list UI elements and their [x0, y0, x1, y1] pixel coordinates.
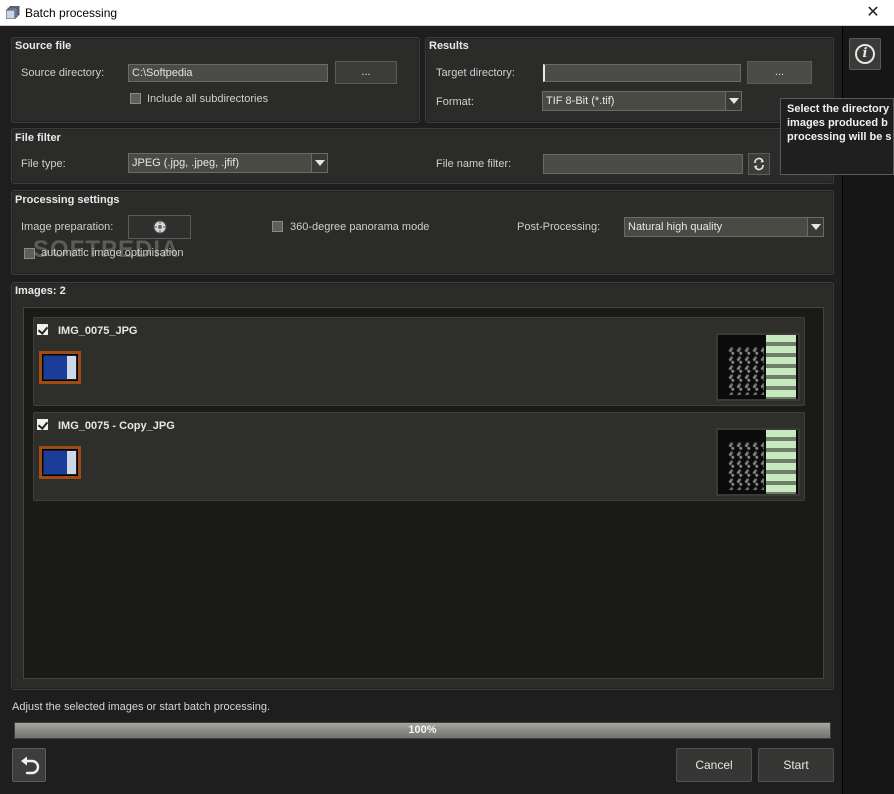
start-button[interactable]: Start	[758, 748, 834, 782]
image-select-checkbox[interactable]	[37, 419, 48, 430]
source-directory-label: Source directory:	[21, 67, 105, 79]
refresh-filter-button[interactable]	[748, 153, 770, 175]
refresh-icon	[754, 157, 764, 171]
list-item[interactable]: IMG_0075_JPG	[33, 317, 805, 406]
source-browse-button[interactable]: ...	[335, 61, 397, 84]
image-name: IMG_0075_JPG	[58, 325, 138, 337]
info-button[interactable]: i	[849, 38, 881, 70]
processing-settings-title: Processing settings	[15, 194, 120, 206]
panorama-mode-label: 360-degree panorama mode	[290, 221, 430, 233]
image-source-thumbnail	[39, 446, 81, 479]
file-type-label: File type:	[21, 158, 66, 170]
image-name: IMG_0075 - Copy_JPG	[58, 420, 175, 432]
title-bar: Batch processing ✕	[0, 0, 894, 26]
file-name-filter-label: File name filter:	[436, 158, 512, 170]
file-type-select[interactable]: JPEG (.jpg, .jpeg, .jfif)	[128, 153, 328, 173]
panorama-mode-checkbox[interactable]	[272, 221, 283, 232]
include-subdirectories-label: Include all subdirectories	[147, 93, 269, 105]
target-directory-tooltip: Select the directory images produced b p…	[780, 98, 894, 175]
target-directory-input[interactable]	[543, 64, 741, 82]
file-name-filter-input[interactable]	[543, 154, 743, 174]
format-select[interactable]: TIF 8-Bit (*.tif)	[542, 91, 742, 111]
image-preview-thumbnail	[716, 428, 800, 496]
dropdown-arrow-icon	[725, 92, 741, 110]
image-select-checkbox[interactable]	[37, 324, 48, 335]
status-message: Adjust the selected images or start batc…	[12, 701, 271, 713]
batch-app-icon	[6, 6, 20, 19]
post-processing-select-value: Natural high quality	[628, 221, 723, 233]
source-file-title: Source file	[15, 40, 72, 52]
dropdown-arrow-icon	[807, 218, 823, 236]
undo-button[interactable]	[12, 748, 46, 782]
results-title: Results	[429, 40, 469, 52]
image-preparation-label: Image preparation:	[21, 221, 114, 233]
post-processing-select[interactable]: Natural high quality	[624, 217, 824, 237]
close-icon[interactable]: ✕	[858, 2, 888, 24]
format-select-value: TIF 8-Bit (*.tif)	[546, 95, 615, 107]
progress-bar: 100%	[14, 722, 831, 739]
source-directory-input[interactable]: C:\Softpedia	[128, 64, 328, 82]
format-label: Format:	[436, 96, 474, 108]
file-filter-title: File filter	[15, 132, 61, 144]
info-icon: i	[855, 44, 875, 64]
file-type-select-value: JPEG (.jpg, .jpeg, .jfif)	[132, 157, 239, 169]
progress-label: 100%	[408, 724, 437, 736]
dropdown-arrow-icon	[311, 154, 327, 172]
softpedia-watermark: SOFTPEDIA	[33, 236, 180, 263]
window-title: Batch processing	[25, 6, 118, 20]
target-browse-button[interactable]: ...	[747, 61, 812, 84]
target-directory-label: Target directory:	[436, 67, 515, 79]
include-subdirectories-checkbox[interactable]	[130, 93, 141, 104]
post-processing-label: Post-Processing:	[517, 221, 601, 233]
image-preview-thumbnail	[716, 333, 800, 401]
cancel-button[interactable]: Cancel	[676, 748, 752, 782]
image-source-thumbnail	[39, 351, 81, 384]
undo-icon	[21, 756, 40, 775]
images-title: Images: 2	[15, 285, 66, 297]
list-item[interactable]: IMG_0075 - Copy_JPG	[33, 412, 805, 501]
image-prep-icon	[153, 220, 167, 234]
